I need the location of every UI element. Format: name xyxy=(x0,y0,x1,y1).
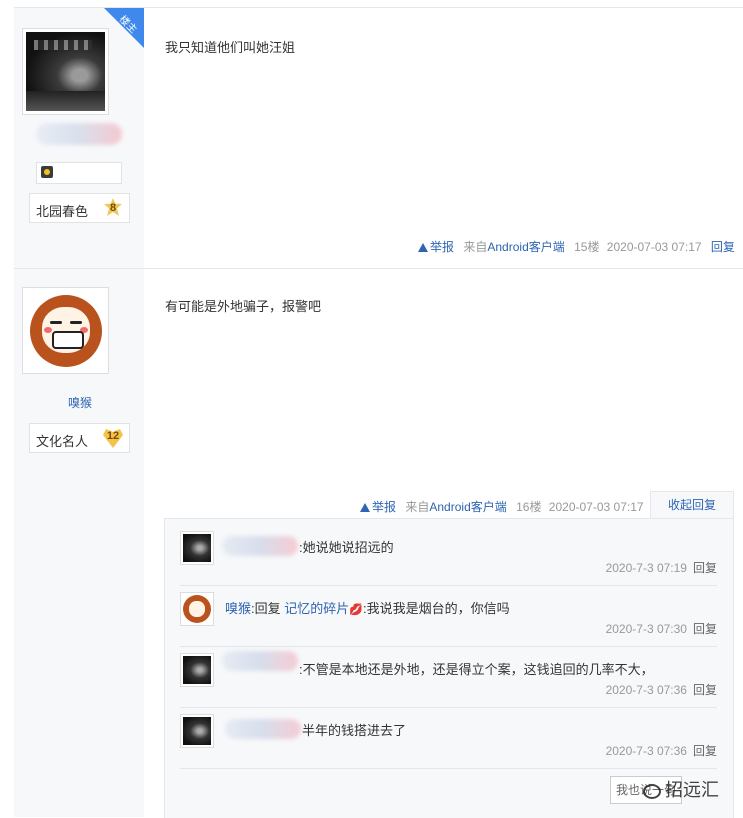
reply-link[interactable]: 回复 xyxy=(693,683,717,697)
floor-number: 15楼 xyxy=(574,240,600,254)
client-name[interactable]: Android客户端 xyxy=(429,500,506,514)
username[interactable]: 嗅猴 xyxy=(68,394,92,411)
user-icon-box xyxy=(36,162,122,184)
reply-list: :她说她说招远的 2020-7-3 07:19 回复 嗅猴:回复 记忆的碎片💋:我… xyxy=(164,518,734,818)
blurred-username xyxy=(36,123,122,145)
post-content: 我只知道他们叫她汪姐 xyxy=(165,40,296,55)
reply-link[interactable]: 回复 xyxy=(711,240,735,254)
reply-time: 2020-7-3 07:36 xyxy=(605,744,687,758)
watermark: 招远汇 xyxy=(643,776,719,802)
reply-avatar[interactable] xyxy=(180,531,214,565)
avatar-photo xyxy=(26,32,105,111)
level-badge: 12 xyxy=(103,429,123,448)
report-link[interactable]: 举报 xyxy=(418,240,454,254)
post-floor-15: 楼主 北园春色 8 我只知道他们叫她汪姐 举报 来自Android客户端 15楼… xyxy=(0,0,743,268)
list-item: 嗅猴:回复 记忆的碎片💋:我说我是烟台的，你信吗 2020-7-3 07:30 回… xyxy=(180,580,717,640)
reply-author[interactable]: 嗅猴 xyxy=(225,601,251,616)
monkey-avatar-icon xyxy=(183,595,211,623)
reply-link[interactable]: 回复 xyxy=(693,561,717,575)
level-badge: 8 xyxy=(104,198,122,216)
user-level-box[interactable]: 文化名人 12 xyxy=(29,423,130,453)
blurred-username xyxy=(222,651,298,671)
post-meta: 举报 来自Android客户端 16楼 2020-07-03 07:17 xyxy=(360,498,644,515)
avatar[interactable] xyxy=(22,28,109,115)
client-source: 来自Android客户端 xyxy=(405,500,507,514)
reply-time: 2020-7-3 07:30 xyxy=(605,622,687,636)
reply-text: :她说她说招远的 xyxy=(299,540,394,555)
warning-icon xyxy=(360,503,370,512)
list-item: :不管是本地还是外地，还是得立个案，这钱追回的几率不大， 2020-7-3 07… xyxy=(180,641,717,701)
post-floor-16: 嗅猴 文化名人 12 有可能是外地骗子，报警吧 举报 来自Android客户端 … xyxy=(0,268,743,818)
op-corner-badge: 楼主 xyxy=(104,8,144,48)
reply-target[interactable]: 记忆的碎片 xyxy=(284,601,349,616)
reply-avatar[interactable] xyxy=(180,592,214,626)
user-title: 文化名人 xyxy=(36,434,89,449)
avatar[interactable] xyxy=(22,287,109,374)
reply-avatar[interactable] xyxy=(180,653,214,687)
warning-icon xyxy=(418,243,428,252)
reply-text: 嗅猴:回复 记忆的碎片💋:我说我是烟台的，你信吗 xyxy=(225,601,510,616)
reply-link[interactable]: 回复 xyxy=(693,744,717,758)
reply-text: 半年的钱搭进去了 xyxy=(302,723,407,738)
reply-divider xyxy=(180,768,717,769)
monkey-avatar-icon xyxy=(30,295,102,367)
reply-text: :不管是本地还是外地，还是得立个案，这钱追回的几率不大， xyxy=(299,662,654,677)
post-content: 有可能是外地骗子，报警吧 xyxy=(165,299,322,314)
user-level-box[interactable]: 北园春色 8 xyxy=(29,193,130,223)
post-time: 2020-07-03 07:17 xyxy=(606,240,702,254)
wechat-icon xyxy=(643,783,661,799)
post-meta: 举报 来自Android客户端 15楼 2020-07-03 07:17 回复 xyxy=(418,238,735,255)
reply-meta: 2020-7-3 07:19 回复 xyxy=(606,559,717,576)
reply-avatar[interactable] xyxy=(180,714,214,748)
list-item: :她说她说招远的 2020-7-3 07:19 回复 xyxy=(180,519,717,579)
collapse-replies-button[interactable]: 收起回复 xyxy=(650,491,734,518)
sun-icon xyxy=(41,166,53,178)
blurred-username xyxy=(222,536,298,556)
reply-link[interactable]: 回复 xyxy=(693,622,717,636)
lips-icon: 💋 xyxy=(349,604,363,616)
reply-meta: 2020-7-3 07:36 回复 xyxy=(606,742,717,759)
reply-meta: 2020-7-3 07:30 回复 xyxy=(606,620,717,637)
reply-time: 2020-7-3 07:19 xyxy=(605,561,687,575)
list-item: 半年的钱搭进去了 2020-7-3 07:36 回复 xyxy=(180,702,717,762)
reply-time: 2020-7-3 07:36 xyxy=(605,683,687,697)
blurred-username xyxy=(225,719,301,739)
user-title: 北园春色 xyxy=(36,204,89,219)
post-time: 2020-07-03 07:17 xyxy=(548,500,644,514)
report-link[interactable]: 举报 xyxy=(360,500,396,514)
client-name[interactable]: Android客户端 xyxy=(487,240,564,254)
reply-meta: 2020-7-3 07:36 回复 xyxy=(606,681,717,698)
client-source: 来自Android客户端 xyxy=(463,240,565,254)
floor-number: 16楼 xyxy=(516,500,542,514)
